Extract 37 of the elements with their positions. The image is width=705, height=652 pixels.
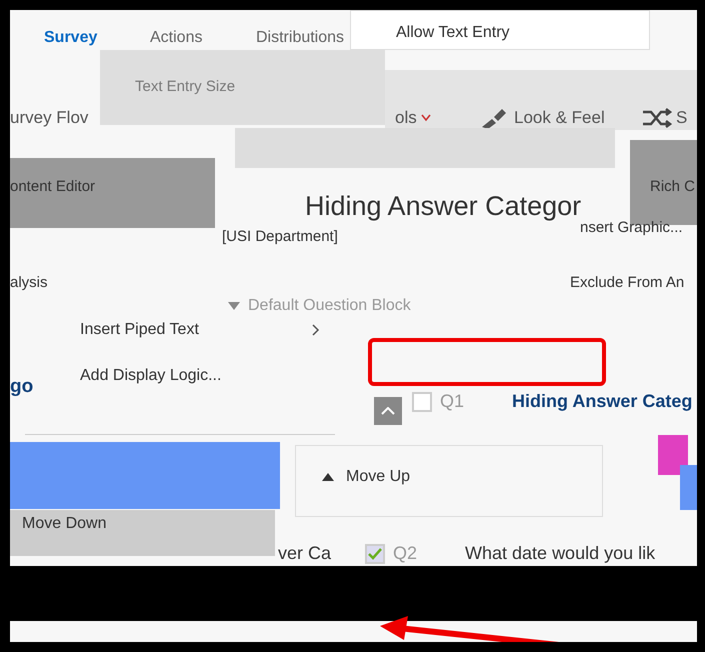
- menu-item[interactable]: Insert Piped Text: [80, 318, 320, 342]
- chevron-up-icon: [381, 407, 395, 415]
- nav-tab[interactable]: Actions: [150, 26, 202, 50]
- nav-tab[interactable]: Distributions: [256, 26, 344, 50]
- question-number: Q1: [440, 390, 464, 413]
- editor-title: Hiding Answer Categor: [305, 190, 582, 222]
- question-checkbox[interactable]: [412, 392, 432, 412]
- toolbar-item[interactable]: Look & Feel: [480, 105, 605, 130]
- question-fragment: ver Ca: [278, 542, 332, 565]
- panel-label: ontent Editor: [10, 177, 96, 197]
- question-number: Q2: [393, 542, 418, 565]
- thumbnail-block: [658, 435, 688, 475]
- panel-label: alysis: [10, 273, 48, 293]
- menu-item[interactable]: Move Down: [10, 510, 275, 556]
- panel-label: Rich C: [650, 177, 696, 197]
- piped-field: [USI Department]: [222, 226, 338, 248]
- check-icon: [368, 548, 382, 560]
- question-fragment: go: [10, 375, 34, 399]
- toolbar-item[interactable]: ols: [395, 105, 431, 130]
- question-text: Hiding Answer Categ: [512, 390, 692, 413]
- shuffle-icon: [642, 108, 672, 128]
- triangle-up-icon: [322, 473, 334, 481]
- menu-title: Allow Text Entry: [396, 23, 510, 43]
- menu-item[interactable]: nsert Graphic...: [580, 217, 683, 240]
- block-title: Default Question Block: [248, 296, 411, 316]
- nav-tab[interactable]: Survey: [44, 26, 98, 50]
- toolbar-item[interactable]: urvey Flov: [10, 105, 88, 130]
- question-checkbox[interactable]: [365, 544, 385, 564]
- caret-icon: [420, 114, 431, 122]
- scroll-up-button[interactable]: [374, 397, 402, 425]
- question-text: What date would you lik: [465, 542, 656, 565]
- side-block: [680, 465, 697, 510]
- chevron-right-icon: [312, 324, 320, 336]
- menu-item[interactable]: Add Display Logic...: [80, 364, 320, 388]
- toolbar-item[interactable]: S: [642, 105, 688, 130]
- menu-item[interactable]: Exclude From An: [570, 272, 684, 294]
- menu-item[interactable]: Move Up: [322, 465, 410, 489]
